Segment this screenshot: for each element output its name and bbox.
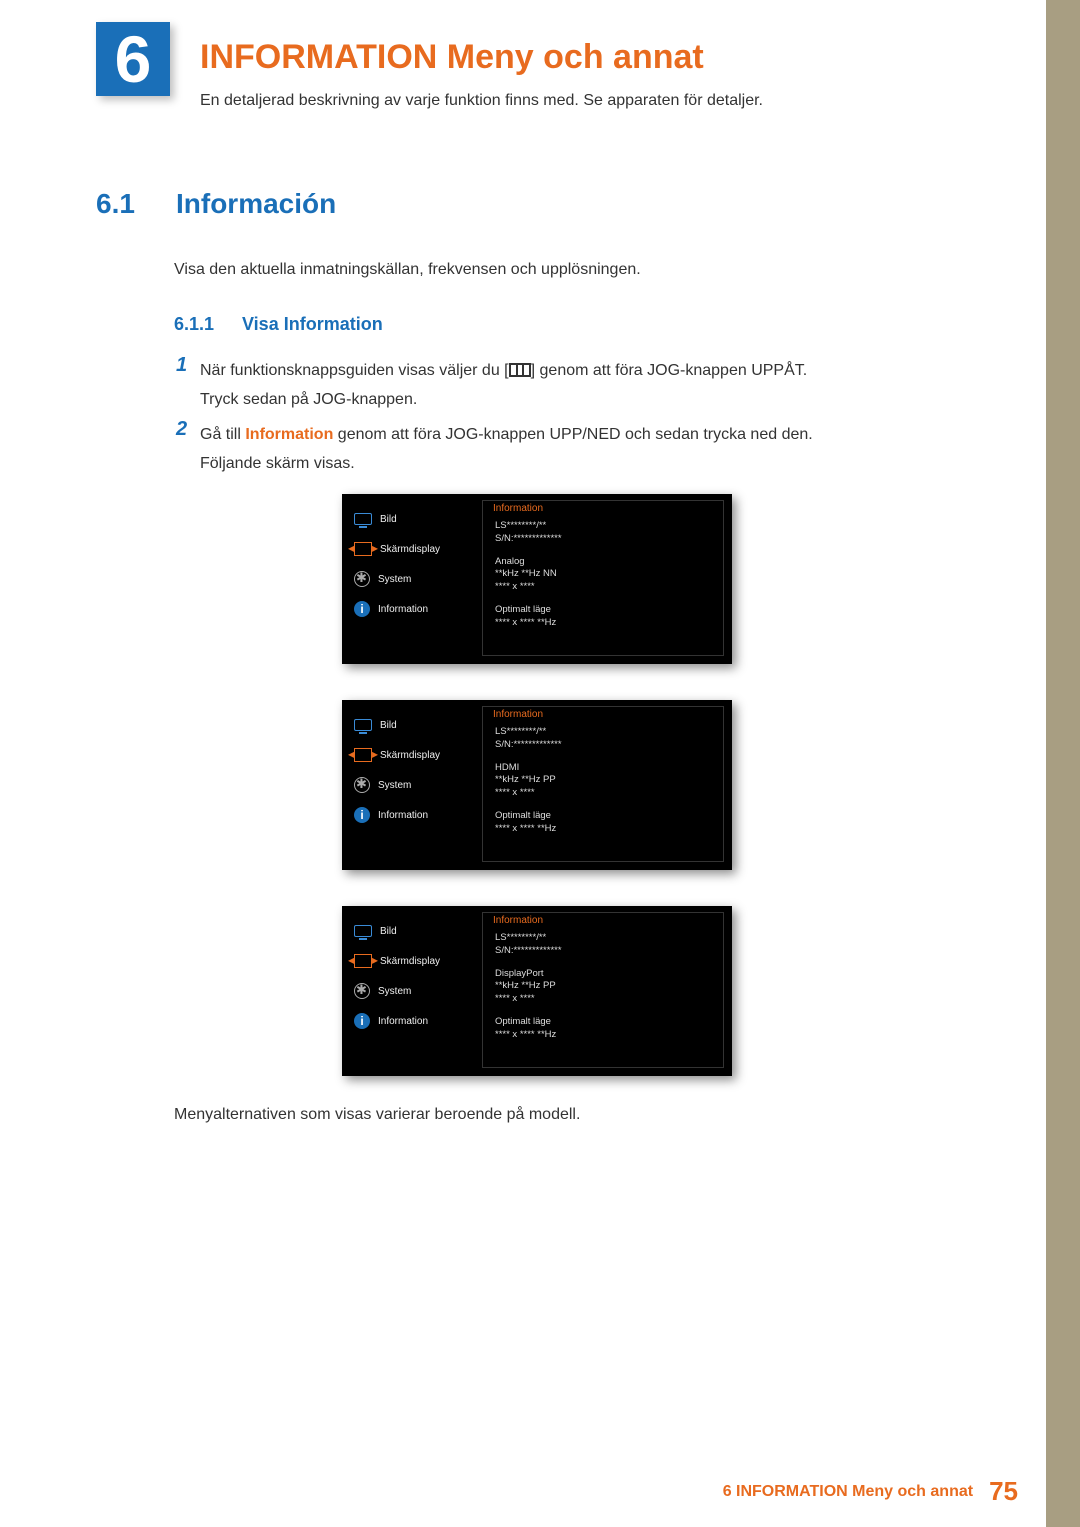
osd-model: LS********/** [495,520,711,533]
step-2-post: genom att föra JOG-knappen UPP/NED och s… [333,426,812,443]
footer-chapter-ref: 6 INFORMATION Meny och annat [723,1483,973,1501]
osd-label: Bild [380,926,397,937]
gear-icon [354,983,370,999]
menu-icon [509,363,531,377]
osd-serial: S/N:************* [495,945,711,958]
osd-source: DisplayPort [495,968,711,981]
osd-freq: **kHz **Hz PP [495,980,711,993]
step-2-pre: Gå till [200,426,245,443]
osd-panel-analog: Bild Skärmdisplay System i Information In… [342,494,732,664]
osd-label: Skärmdisplay [380,956,440,967]
side-accent-bar [1046,0,1080,1527]
monitor-icon [354,719,372,731]
osd-model: LS********/** [495,932,711,945]
page-number: 75 [989,1476,1018,1507]
osd-source: Analog [495,556,711,569]
osd-panel-title: Information [483,913,723,932]
chapter-title: INFORMATION Meny och annat [200,38,704,77]
gear-icon [354,777,370,793]
osd-label: System [378,986,411,997]
osd-source: HDMI [495,762,711,775]
step-2-emphasis: Information [245,426,333,443]
osd-opt-label: Optimalt läge [495,810,711,823]
chapter-subtitle: En detaljerad beskrivning av varje funkt… [200,92,763,110]
info-icon: i [354,601,370,617]
display-icon [354,542,372,556]
osd-info-panel: Information LS********/** S/N:**********… [482,500,724,656]
monitor-icon [354,513,372,525]
step-1-line1: När funktionsknappsguiden visas väljer d… [200,357,960,386]
step-2-line1: Gå till Information genom att föra JOG-k… [200,421,960,450]
subsection-title: Visa Information [242,314,383,335]
osd-opt-val: **** x **** **Hz [495,617,711,630]
osd-item-bild: Bild [342,504,482,534]
osd-panel-hdmi: Bild Skärmdisplay System i Information In… [342,700,732,870]
display-icon [354,748,372,762]
osd-label: Skärmdisplay [380,544,440,555]
subsection-number: 6.1.1 [174,314,214,335]
osd-info-panel: Information LS********/** S/N:**********… [482,912,724,1068]
osd-res: **** x **** [495,993,711,1006]
osd-panel-title: Information [483,501,723,520]
osd-item-information: i Information [342,1006,482,1036]
osd-panel-displayport: Bild Skärmdisplay System i Information In… [342,906,732,1076]
osd-item-system: System [342,770,482,800]
osd-label: System [378,780,411,791]
footnote: Menyalternativen som visas varierar bero… [174,1106,580,1124]
osd-info-panel: Information LS********/** S/N:**********… [482,706,724,862]
osd-item-system: System [342,976,482,1006]
step-2-number: 2 [176,418,187,441]
osd-label: Information [378,1016,428,1027]
page-footer: 6 INFORMATION Meny och annat 75 [723,1476,1018,1507]
info-icon: i [354,1013,370,1029]
osd-item-display: Skärmdisplay [342,534,482,564]
osd-opt-val: **** x **** **Hz [495,823,711,836]
chapter-number-badge: 6 [96,22,170,96]
osd-item-information: i Information [342,800,482,830]
osd-model: LS********/** [495,726,711,739]
osd-item-information: i Information [342,594,482,624]
step-1-post: ] genom att föra JOG-knappen UPPÅT. [531,362,808,379]
osd-menu: Bild Skärmdisplay System i Information [342,504,482,624]
osd-res: **** x **** [495,581,711,594]
osd-item-display: Skärmdisplay [342,946,482,976]
step-1-number: 1 [176,354,187,377]
gear-icon [354,571,370,587]
section-number: 6.1 [96,188,135,220]
display-icon [354,954,372,968]
monitor-icon [354,925,372,937]
osd-label: Bild [380,514,397,525]
osd-item-display: Skärmdisplay [342,740,482,770]
step-2-line2: Följande skärm visas. [200,450,960,479]
osd-freq: **kHz **Hz PP [495,774,711,787]
osd-opt-label: Optimalt läge [495,1016,711,1029]
osd-menu: Bild Skärmdisplay System i Information [342,710,482,830]
osd-opt-val: **** x **** **Hz [495,1029,711,1042]
osd-item-bild: Bild [342,710,482,740]
osd-label: Information [378,604,428,615]
osd-label: Skärmdisplay [380,750,440,761]
osd-item-system: System [342,564,482,594]
osd-label: Information [378,810,428,821]
osd-label: System [378,574,411,585]
osd-serial: S/N:************* [495,739,711,752]
osd-label: Bild [380,720,397,731]
step-1-pre: När funktionsknappsguiden visas väljer d… [200,362,509,379]
section-title: Información [176,188,336,220]
osd-item-bild: Bild [342,916,482,946]
info-icon: i [354,807,370,823]
osd-panel-title: Information [483,707,723,726]
osd-freq: **kHz **Hz NN [495,568,711,581]
section-intro: Visa den aktuella inmatningskällan, frek… [174,258,641,282]
osd-menu: Bild Skärmdisplay System i Information [342,916,482,1036]
osd-res: **** x **** [495,787,711,800]
osd-serial: S/N:************* [495,533,711,546]
osd-opt-label: Optimalt läge [495,604,711,617]
step-1-line2: Tryck sedan på JOG-knappen. [200,386,960,415]
